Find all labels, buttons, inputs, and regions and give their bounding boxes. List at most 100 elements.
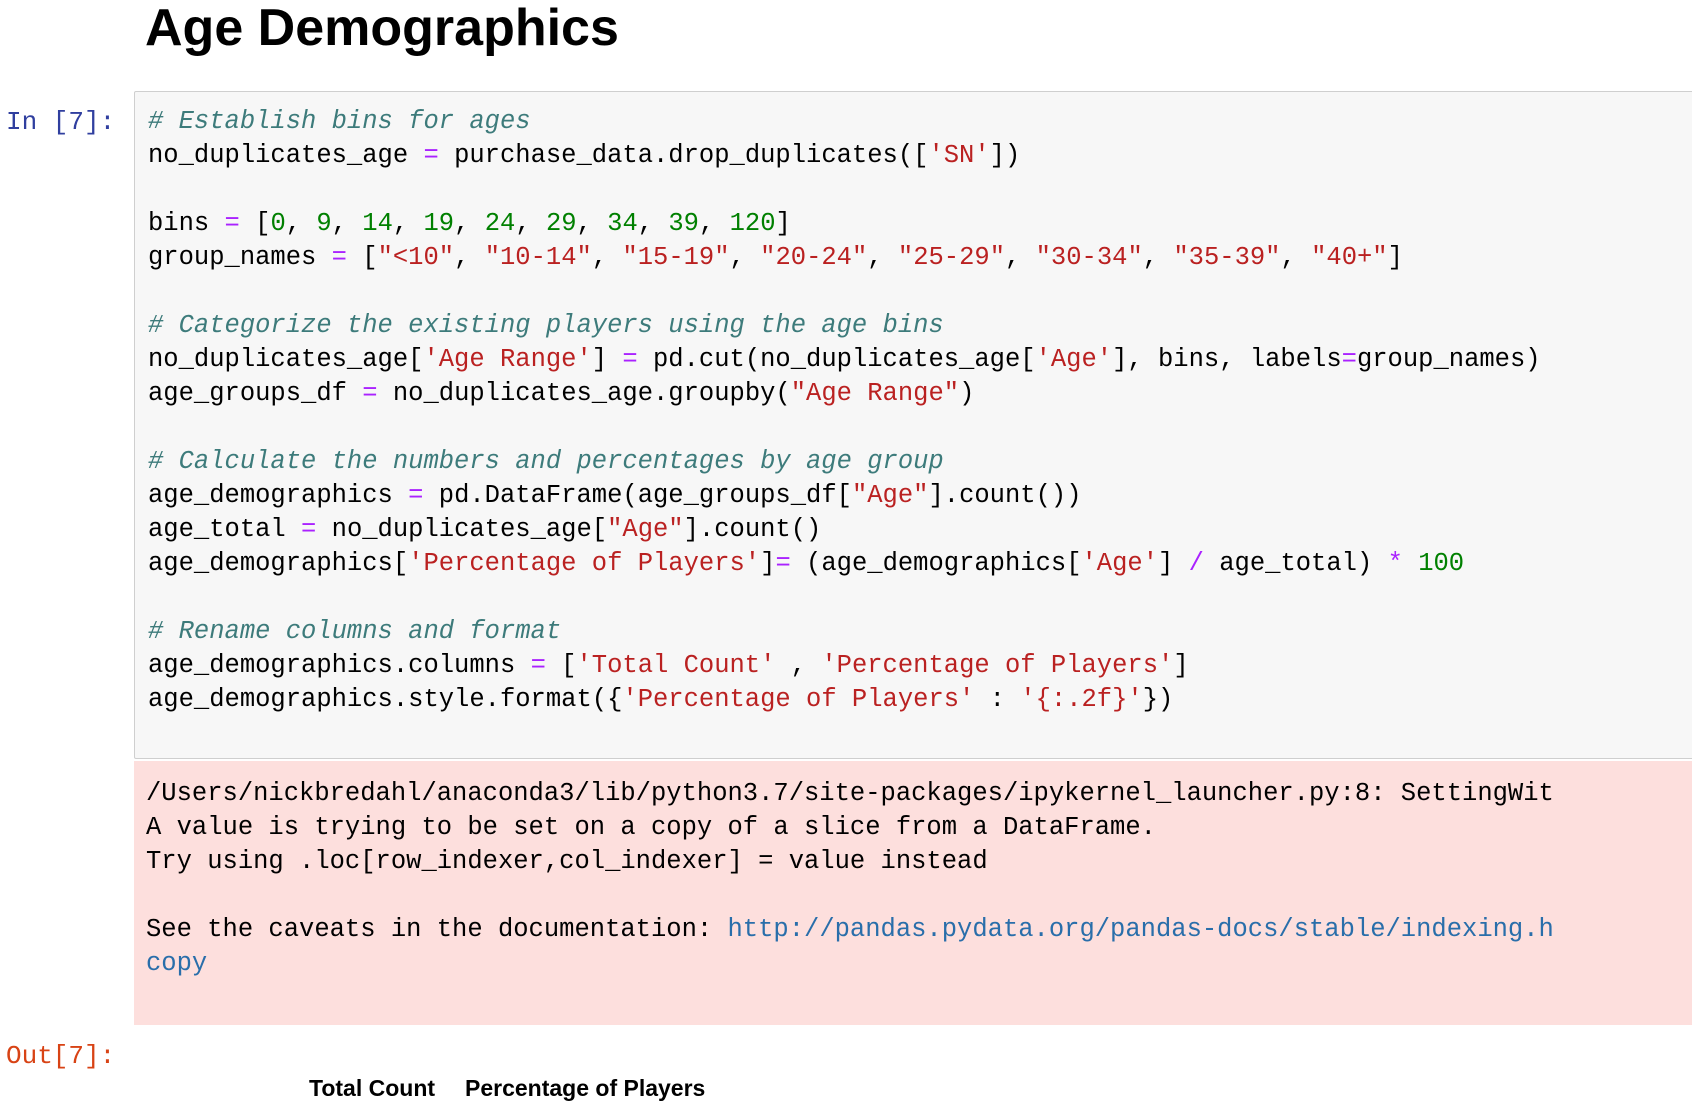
code-token: , — [331, 209, 363, 238]
code-token: age_demographics.columns — [148, 651, 531, 680]
code-token: group_names — [148, 243, 332, 272]
code-token: , — [729, 243, 761, 272]
code-string: 'Percentage of Players' — [622, 685, 975, 714]
code-string: 'Age Range' — [423, 345, 592, 374]
code-cell-input[interactable]: # Establish bins for ages no_duplicates_a… — [134, 91, 1692, 759]
code-token: , — [637, 209, 669, 238]
stderr-output: /Users/nickbredahl/anaconda3/lib/python3… — [134, 761, 1692, 1025]
warning-line: copy — [146, 947, 1554, 981]
code-operator: = — [362, 379, 378, 408]
code-token: , — [454, 243, 485, 272]
code-number: 14 — [362, 209, 393, 238]
code-token: ] — [591, 345, 623, 374]
code-token: age_demographics[ — [148, 549, 409, 578]
code-token: no_duplicates_age.groupby( — [377, 379, 791, 408]
code-token: age_total — [148, 515, 302, 544]
code-token: [ — [346, 243, 378, 272]
code-line: # Calculate the numbers and percentages … — [148, 445, 1541, 479]
code-token: [ — [239, 209, 271, 238]
warning-line: A value is trying to be set on a copy of… — [146, 813, 1156, 842]
code-token: ] — [1158, 549, 1189, 578]
code-operator: = — [775, 549, 791, 578]
code-string: "Age Range" — [790, 379, 960, 408]
code-operator: = — [301, 515, 317, 544]
code-number: 34 — [607, 209, 638, 238]
code-token: : — [974, 685, 1021, 714]
code-token: no_duplicates_age — [148, 141, 424, 170]
code-string: "40+" — [1311, 243, 1388, 272]
output-prompt: Out[7]: — [6, 1041, 116, 1071]
code-token: , — [1280, 243, 1312, 272]
code-string: 'SN' — [928, 141, 990, 170]
code-comment: # Calculate the numbers and percentages … — [148, 447, 944, 476]
code-token: , — [454, 209, 485, 238]
code-string: "20-24" — [760, 243, 868, 272]
code-token: ] — [1173, 651, 1189, 680]
code-token: , — [1142, 243, 1174, 272]
warning-line-text: See the caveats in the documentation: — [146, 915, 728, 944]
code-token: age_total) — [1203, 549, 1388, 578]
code-token: }) — [1142, 685, 1174, 714]
code-string: "Age" — [607, 515, 684, 544]
code-token: ] — [760, 549, 776, 578]
code-number: 9 — [316, 209, 332, 238]
docs-link-continued[interactable]: copy — [146, 949, 207, 978]
column-header-percentage-of-players: Percentage of Players — [465, 1075, 706, 1101]
code-number: 100 — [1418, 549, 1465, 578]
code-token: pd.DataFrame(age_groups_df[ — [423, 481, 852, 510]
code-token: no_duplicates_age[ — [316, 515, 608, 544]
code-token: age_demographics.style.format({ — [148, 685, 623, 714]
code-number: 24 — [484, 209, 516, 238]
code-comment: # Categorize the existing players using … — [148, 311, 944, 340]
code-token: , — [1005, 243, 1036, 272]
code-string: "<10" — [377, 243, 455, 272]
code-operator: = — [1341, 345, 1357, 374]
code-operator: = — [224, 209, 240, 238]
code-string: "Age" — [851, 481, 929, 510]
code-string: "25-29" — [897, 243, 1006, 272]
code-token: pd.cut(no_duplicates_age[ — [637, 345, 1036, 374]
code-comment: # Rename columns and format — [148, 617, 562, 646]
code-token: ] — [1387, 243, 1403, 272]
section-heading: Age Demographics — [145, 0, 619, 57]
code-token: ].count() — [683, 515, 822, 544]
code-line: bins = [0, 9, 14, 19, 24, 29, 34, 39, 12… — [148, 207, 1541, 241]
code-line: # Rename columns and format — [148, 615, 1541, 649]
docs-link[interactable]: http://pandas.pydata.org/pandas-docs/sta… — [728, 915, 1554, 944]
code-number: 29 — [545, 209, 577, 238]
code-operator: = — [622, 345, 638, 374]
code-editor[interactable]: # Establish bins for ages no_duplicates_a… — [148, 105, 1541, 717]
code-comment: # Establish bins for ages — [148, 107, 531, 136]
code-token: ], bins, labels — [1112, 345, 1342, 374]
code-token: , — [775, 651, 822, 680]
code-token: , — [515, 209, 546, 238]
code-string: "35-39" — [1173, 243, 1281, 272]
code-token: group_names) — [1356, 345, 1541, 374]
code-number: 0 — [270, 209, 286, 238]
code-line: no_duplicates_age['Age Range'] = pd.cut(… — [148, 343, 1541, 377]
warning-line: /Users/nickbredahl/anaconda3/lib/python3… — [146, 779, 1554, 808]
warning-text: /Users/nickbredahl/anaconda3/lib/python3… — [146, 777, 1554, 981]
code-token: , — [285, 209, 317, 238]
code-number: 120 — [729, 209, 776, 238]
code-string: "15-19" — [622, 243, 730, 272]
code-operator: / — [1188, 549, 1204, 578]
code-line: # Establish bins for ages — [148, 105, 1541, 139]
code-line: age_total = no_duplicates_age["Age"].cou… — [148, 513, 1541, 547]
code-operator: = — [331, 243, 347, 272]
code-line: age_demographics.columns = ['Total Count… — [148, 649, 1541, 683]
code-token: ].count()) — [928, 481, 1082, 510]
code-token: ] — [775, 209, 791, 238]
code-token: age_groups_df — [148, 379, 363, 408]
code-token: purchase_data.drop_duplicates([ — [438, 141, 929, 170]
code-line: group_names = ["<10", "10-14", "15-19", … — [148, 241, 1541, 275]
code-token: age_demographics — [148, 481, 409, 510]
code-token: bins — [148, 209, 225, 238]
code-operator: = — [530, 651, 546, 680]
code-operator: * — [1387, 549, 1403, 578]
code-string: "10-14" — [484, 243, 592, 272]
code-string: '{:.2f}' — [1020, 685, 1143, 714]
code-token: [ — [545, 651, 577, 680]
